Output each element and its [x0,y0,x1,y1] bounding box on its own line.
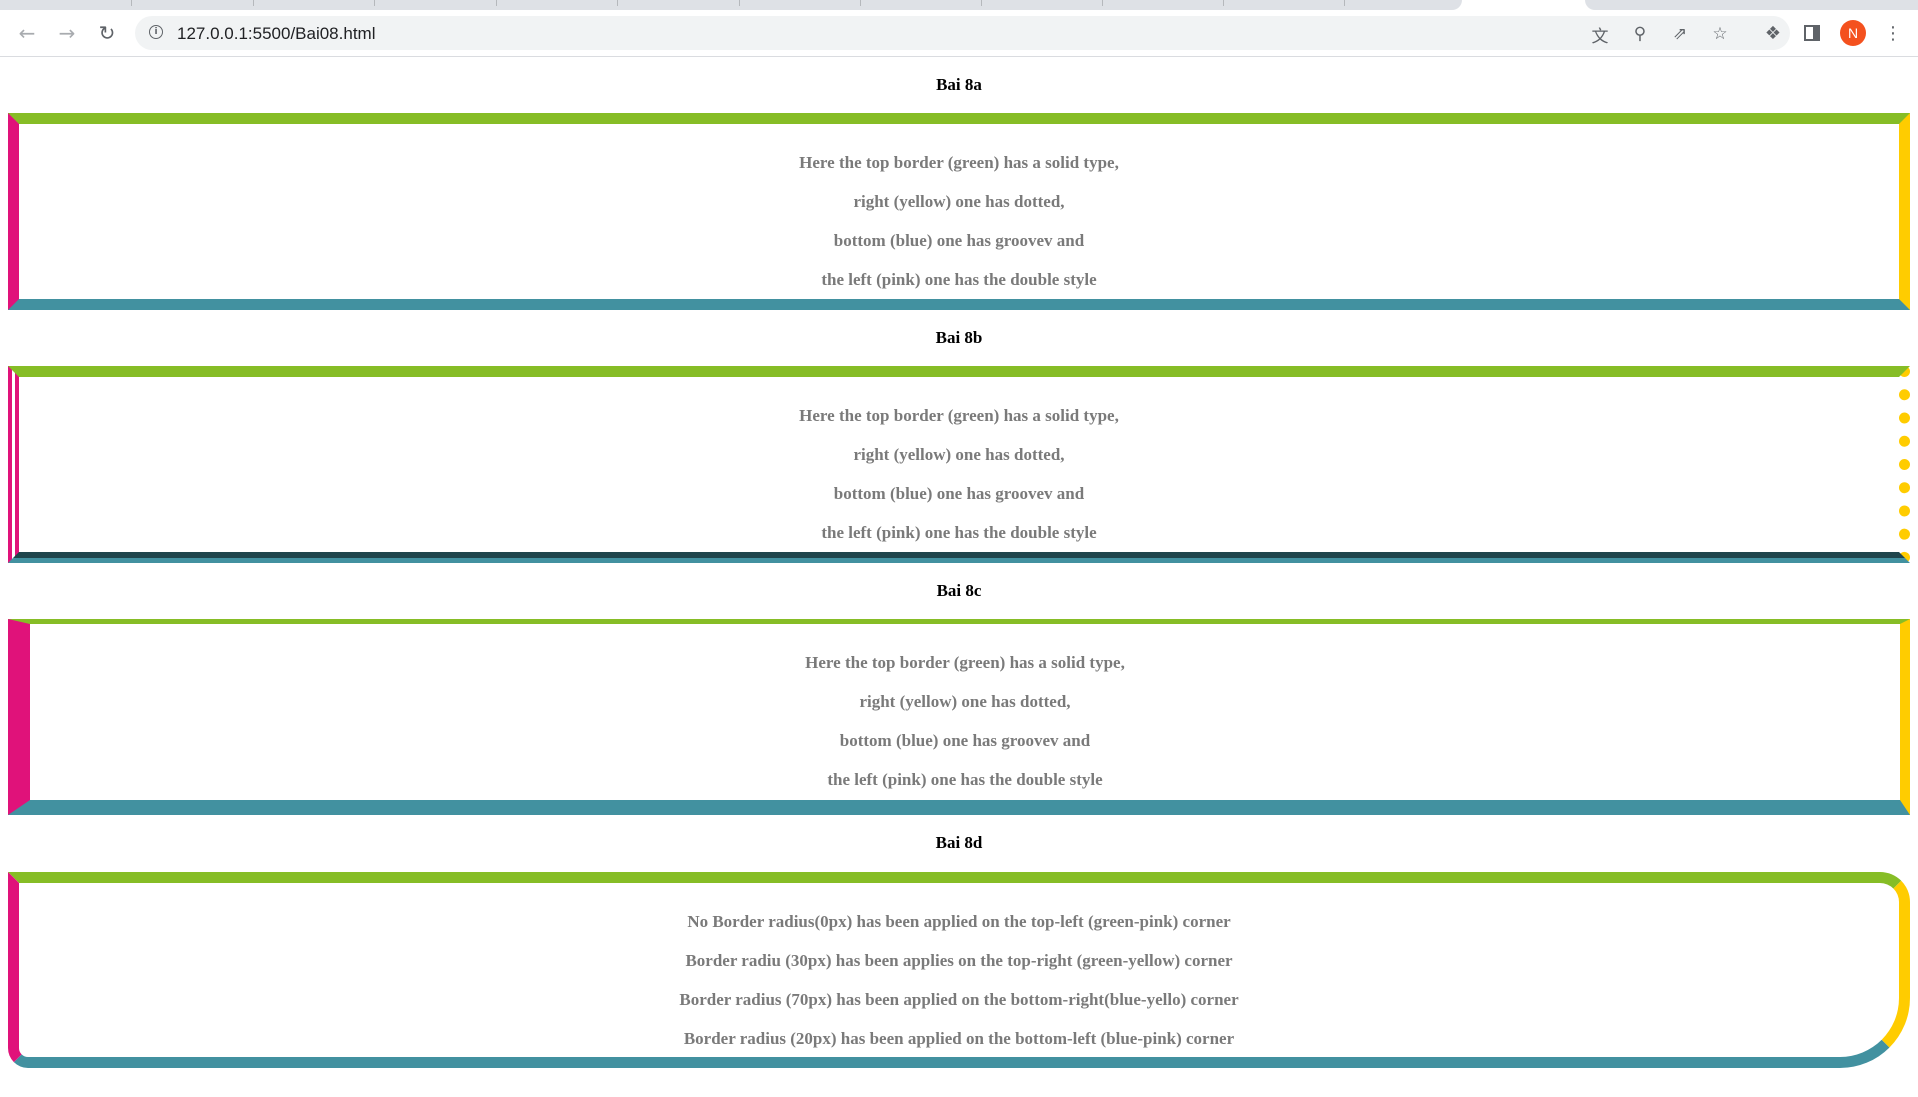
reload-icon: ↻ [98,21,116,45]
border-demo-box: Here the top border (green) has a solid … [8,366,1910,563]
description-line: right (yellow) one has dotted, [859,692,1071,711]
inactive-tabs-right[interactable] [1585,0,1918,10]
border-radius-demo-box: No Border radius(0px) has been applied o… [8,872,1910,1068]
description-line: Border radius (20px) has been applied on… [683,1029,1235,1048]
description-line: Border radius (70px) has been applied on… [679,990,1239,1009]
star-icon[interactable]: ☆ [1709,23,1731,45]
tab-separator [860,0,861,6]
description-line: Border radiu (30px) has been applies on … [685,951,1233,970]
share-icon[interactable]: ⇗ [1669,23,1691,45]
address-bar[interactable]: i 127.0.0.1:5500/Bai08.html 文 ⚲ ⇗ ☆ [135,16,1790,50]
side-panel-icon[interactable] [1801,22,1823,44]
translate-icon[interactable]: 文 [1589,23,1611,47]
tab-separator [1223,0,1224,6]
avatar[interactable]: N [1840,20,1866,46]
section-heading: Bai 8b [935,328,983,347]
inactive-tabs[interactable] [0,0,1462,10]
description-line: the left (pink) one has the double style [821,270,1097,289]
avatar-initial: N [1847,25,1859,41]
tab-separator [981,0,982,6]
description-line: Here the top border (green) has a solid … [799,153,1119,172]
tab-separator [374,0,375,6]
description-line: bottom (blue) one has groovev and [833,484,1085,503]
description-line: right (yellow) one has dotted, [853,192,1065,211]
description-line: right (yellow) one has dotted, [853,445,1065,464]
kebab-menu-icon[interactable]: ⋮ [1882,22,1904,44]
description-line: the left (pink) one has the double style [821,523,1097,542]
arrow-right-icon: → [58,21,76,45]
forward-button[interactable]: → [52,18,82,48]
description-line: the left (pink) one has the double style [827,770,1103,789]
tab-strip [0,0,1918,10]
tab-separator [1344,0,1345,6]
description-line: Here the top border (green) has a solid … [805,653,1125,672]
tab-separator [1102,0,1103,6]
tab-separator [253,0,254,6]
description-line: bottom (blue) one has groovev and [839,731,1091,750]
description-line: Here the top border (green) has a solid … [799,406,1119,425]
puzzle-icon[interactable]: ❖ [1762,22,1784,44]
description-line: No Border radius(0px) has been applied o… [687,912,1231,931]
tab-separator [617,0,618,6]
arrow-left-icon: ← [18,21,36,45]
border-demo-box: Here the top border (green) has a solid … [8,619,1910,815]
section-heading: Bai 8c [936,581,982,600]
info-icon[interactable]: i [149,25,163,39]
section-heading: Bai 8d [935,833,983,852]
browser-toolbar: ← → ↻ i 127.0.0.1:5500/Bai08.html 文 ⚲ ⇗ … [0,10,1918,57]
url-text[interactable]: 127.0.0.1:5500/Bai08.html [177,24,375,44]
zoom-out-icon[interactable]: ⚲ [1629,23,1651,45]
description-line: bottom (blue) one has groovev and [833,231,1085,250]
reload-button[interactable]: ↻ [92,18,122,48]
border-demo-box: Here the top border (green) has a solid … [8,113,1910,310]
tab-separator [131,0,132,6]
tab-separator [739,0,740,6]
back-button[interactable]: ← [12,18,42,48]
tab-separator [496,0,497,6]
section-heading: Bai 8a [936,75,982,94]
